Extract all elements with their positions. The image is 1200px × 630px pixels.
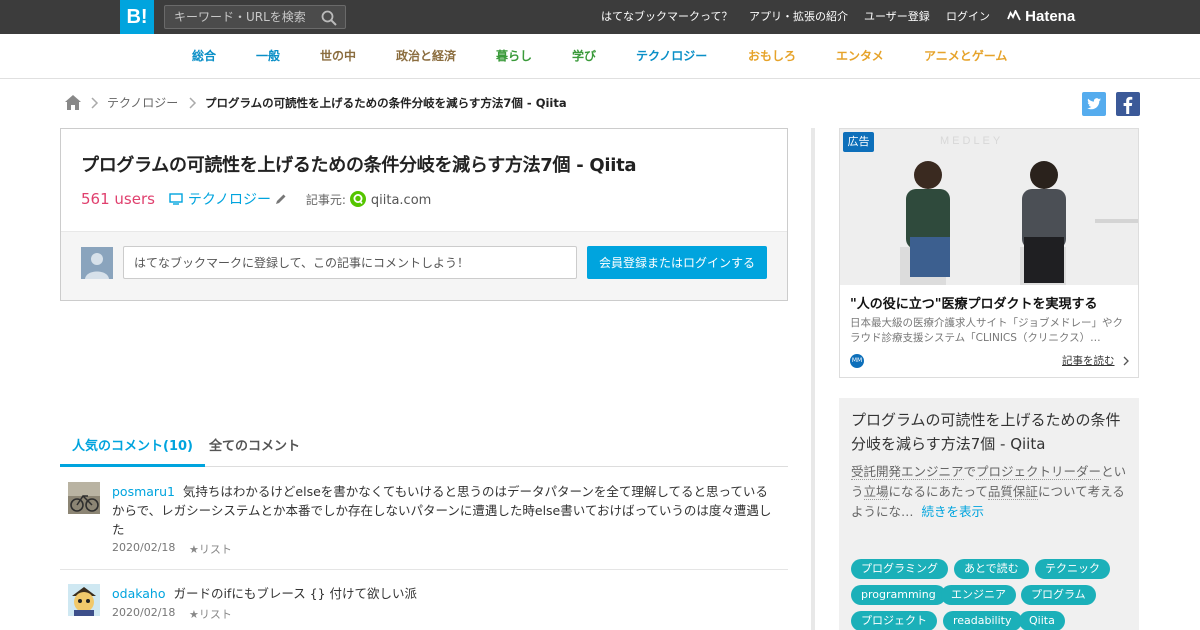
- source-domain-link[interactable]: qiita.com: [371, 193, 431, 208]
- tag-item[interactable]: あとで読む: [954, 559, 1029, 579]
- ad-photo-two-people: [840, 129, 1138, 285]
- tag-item[interactable]: プログラミング: [851, 559, 948, 579]
- signup-login-button[interactable]: 会員登録またはログインする: [587, 246, 767, 279]
- nav-category-economics[interactable]: 政治と経済: [396, 34, 456, 78]
- ad-headline[interactable]: "人の役に立つ"医療プロダクトを実現する: [850, 293, 1098, 312]
- user-silhouette-icon: [81, 247, 113, 279]
- chevron-right-icon: [91, 97, 99, 109]
- user-avatar-placeholder: [81, 247, 113, 279]
- avatar[interactable]: [68, 482, 100, 514]
- comment-username[interactable]: odakaho: [112, 586, 166, 601]
- login-link[interactable]: ログイン: [946, 0, 990, 34]
- facebook-icon: [1123, 96, 1133, 114]
- comment-item: posmaru1 気持ちはわかるけどelseを書かなくてもいけると思うのはデータ…: [60, 482, 788, 562]
- monitor-icon: [169, 193, 184, 205]
- search-input[interactable]: [165, 6, 315, 28]
- apps-link[interactable]: アプリ・拡張の紹介: [749, 0, 848, 34]
- nav-category-fun[interactable]: おもしろ: [748, 34, 796, 78]
- keyword-link[interactable]: エンジニア: [901, 464, 964, 480]
- nav-category-entertainment[interactable]: エンタメ: [836, 34, 884, 78]
- ad-brand-watermark: MEDLEY: [940, 135, 1004, 147]
- hatena-brand-label: Hatena: [1025, 8, 1076, 25]
- twitter-share-button[interactable]: [1082, 92, 1106, 116]
- nav-category-knowledge[interactable]: 学び: [572, 34, 596, 78]
- keyword-link[interactable]: 品質保証: [987, 484, 1038, 500]
- ad-read-more-link[interactable]: 記事を読む: [1062, 353, 1115, 368]
- column-divider: [811, 128, 815, 630]
- source-label: 記事元:: [305, 193, 346, 207]
- nav-category-game[interactable]: アニメとゲーム: [924, 34, 1007, 78]
- comment-input[interactable]: [123, 246, 577, 279]
- chevron-right-icon: [1123, 356, 1129, 366]
- search-box[interactable]: [164, 5, 346, 29]
- twitter-icon: [1087, 98, 1101, 110]
- hatena-logo-icon: [1007, 8, 1021, 21]
- breadcrumb-current: プログラムの可読性を上げるための条件分岐を減らす方法7個 - Qiita: [205, 96, 567, 110]
- star-list-link[interactable]: ★リスト: [189, 606, 232, 622]
- about-link[interactable]: はてなブックマークって？: [601, 0, 732, 34]
- comment-date[interactable]: 2020/02/18: [112, 541, 175, 554]
- edit-pencil-icon[interactable]: [275, 193, 287, 205]
- nav-category-it[interactable]: テクノロジー: [636, 34, 707, 78]
- comment-date[interactable]: 2020/02/18: [112, 606, 175, 619]
- comment-text: 気持ちはわかるけどelseを書かなくてもいけると思うのはデータパターンを全て理解…: [112, 484, 772, 537]
- tag-item[interactable]: テクニック: [1035, 559, 1110, 579]
- comment-body: odakaho ガードのifにもブレース {} 付けて欲しい派: [112, 584, 776, 603]
- sponsored-ad[interactable]: 広告 MEDLEY "人の役に立つ"医療プロダクトを実現する 日本最大級の医療介…: [839, 128, 1139, 378]
- summary-fragment: になるにあたって: [888, 484, 988, 499]
- comment-tabs: 人気のコメント(10) 全てのコメント: [60, 430, 788, 467]
- keyword-link[interactable]: 受託開発: [851, 464, 902, 480]
- entry-summary: プログラムの可読性を上げるための条件分岐を減らす方法7個 - Qiita 受託開…: [839, 398, 1139, 630]
- ad-badge: 広告: [843, 132, 874, 152]
- tab-all-comments[interactable]: 全てのコメント: [209, 430, 300, 467]
- qiita-favicon-icon: [350, 191, 367, 207]
- comment-username[interactable]: posmaru1: [112, 484, 175, 499]
- nav-category-social[interactable]: 世の中: [320, 34, 356, 78]
- entry-meta: 561 users テクノロジー 記事元: qiita.com: [81, 189, 431, 209]
- entry-category-link[interactable]: テクノロジー: [188, 192, 271, 208]
- tag-item[interactable]: プロジェクト: [851, 611, 937, 630]
- comment-bar: 会員登録またはログインする: [61, 231, 787, 300]
- mascot-avatar-icon: [68, 584, 100, 616]
- comment-text: ガードのifにもブレース {} 付けて欲しい派: [173, 586, 418, 601]
- hatena-brand-link[interactable]: Hatena: [1007, 0, 1075, 34]
- summary-text: 受託開発エンジニアでプロジェクトリーダーという立場になるにあたって品質保証につい…: [851, 462, 1129, 522]
- top-bar: B! はてなブックマークって？ アプリ・拡張の紹介 ユーザー登録 ログイン Ha…: [0, 0, 1200, 34]
- nav-category-life[interactable]: 暮らし: [496, 34, 532, 78]
- ad-description: 日本最大級の医療介護求人サイト「ジョブメドレー」やクラウド診療支援システム「CL…: [850, 317, 1123, 344]
- summary-title[interactable]: プログラムの可読性を上げるための条件分岐を減らす方法7個 - Qiita: [851, 408, 1131, 456]
- tag-item[interactable]: プログラム: [1021, 585, 1096, 605]
- search-icon[interactable]: [321, 10, 337, 26]
- star-list-link[interactable]: ★リスト: [189, 541, 232, 557]
- summary-fragment: で: [963, 464, 977, 479]
- entry-box: プログラムの可読性を上げるための条件分岐を減らす方法7個 - Qiita 561…: [60, 128, 788, 301]
- tag-item[interactable]: エンジニア: [941, 585, 1016, 605]
- comment-body: posmaru1 気持ちはわかるけどelseを書かなくてもいけると思うのはデータ…: [112, 482, 776, 539]
- show-more-link[interactable]: 続きを表示: [921, 504, 984, 519]
- keyword-link[interactable]: プロジェクトリーダー: [976, 464, 1102, 480]
- facebook-share-button[interactable]: [1116, 92, 1140, 116]
- ad-image[interactable]: 広告 MEDLEY: [840, 129, 1138, 285]
- register-link[interactable]: ユーザー登録: [864, 0, 930, 34]
- entry-title[interactable]: プログラムの可読性を上げるための条件分岐を減らす方法7個 - Qiita: [81, 151, 637, 177]
- bicycle-avatar-icon: [68, 482, 100, 514]
- nav-category-general[interactable]: 一般: [256, 34, 280, 78]
- avatar[interactable]: [68, 584, 100, 616]
- tag-item[interactable]: programming: [851, 585, 946, 605]
- hatena-bookmark-logo[interactable]: B!: [120, 0, 154, 34]
- nav-category-sougou[interactable]: 総合: [192, 34, 216, 78]
- users-count[interactable]: 561 users: [81, 190, 155, 208]
- category-nav: 総合 一般 世の中 政治と経済 暮らし 学び テクノロジー おもしろ エンタメ …: [0, 34, 1200, 79]
- tag-item[interactable]: Qiita: [1019, 611, 1065, 630]
- comment-item: odakaho ガードのifにもブレース {} 付けて欲しい派 2020/02/…: [60, 584, 788, 630]
- tag-item[interactable]: readability: [943, 611, 1022, 630]
- comment-divider: [60, 569, 788, 570]
- tab-popular-comments[interactable]: 人気のコメント(10): [60, 430, 205, 467]
- home-icon[interactable]: [64, 94, 82, 111]
- chevron-right-icon: [189, 97, 197, 109]
- ad-advertiser-icon: MM: [850, 354, 864, 368]
- keyword-link[interactable]: 立場: [863, 484, 889, 500]
- breadcrumb-category[interactable]: テクノロジー: [107, 93, 178, 113]
